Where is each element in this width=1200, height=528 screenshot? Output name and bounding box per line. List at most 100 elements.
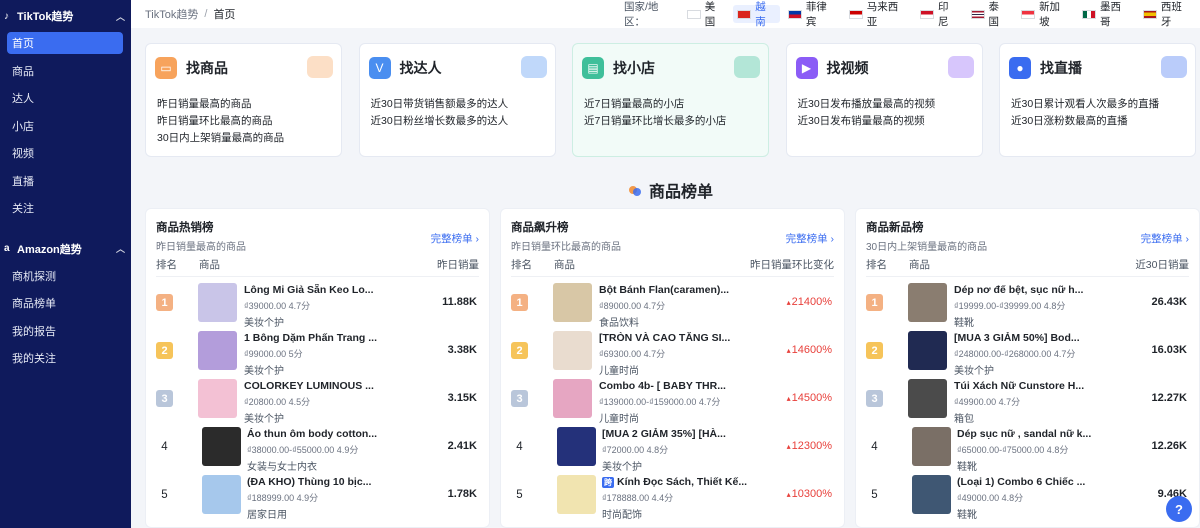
product-thumbnail[interactable] [198, 283, 237, 322]
full-list-link[interactable]: 完整榜单 › [1141, 231, 1189, 246]
table-row[interactable]: 1 Dép nơ đế bệt, sục nữ h... ₫19999.00-₫39… [856, 279, 1199, 329]
country-option[interactable]: 美国 [683, 1, 730, 28]
help-button[interactable]: ? [1166, 496, 1192, 522]
product-thumbnail[interactable] [908, 379, 947, 418]
column-header-product: 商品 [554, 259, 575, 271]
influencer-badge-icon: V [368, 56, 391, 79]
product-name[interactable]: Túi Xách Nữ Cunstore H... [954, 380, 1104, 392]
country-option[interactable]: 新加坡 [1017, 1, 1074, 28]
sidebar-group-tiktok[interactable]: ♪ TikTok趋势 ︿ [0, 0, 131, 32]
sidebar-item[interactable]: 关注 [7, 197, 123, 219]
product-name[interactable]: 1 Bông Dặm Phấn Trang ... [244, 332, 394, 344]
product-name-text: Dép nơ đế bệt, sục nữ h... [954, 284, 1084, 296]
table-row[interactable]: 3 Combo 4b- [ BABY THR... ₫139000.00-₫1590… [501, 375, 844, 425]
product-name[interactable]: [TRÒN VÀ CAO TĂNG SI... [599, 332, 749, 344]
flag-icon [686, 9, 701, 19]
table-row[interactable]: 1 Lông Mi Giả Sẵn Keo Lo... ₫39000.00 4.7分… [146, 279, 489, 329]
top-header: TikTok趋势 / 首页 国家/地区： 美国 越南 菲律宾 马来西亚 印尼 泰国 新加坡 墨… [131, 0, 1200, 28]
sidebar-item[interactable]: 商品榜单 [7, 292, 123, 314]
product-name[interactable]: (ĐA KHO) Thùng 10 bịc... [247, 476, 397, 488]
country-option[interactable]: 泰国 [967, 1, 1014, 28]
product-price-rating: ₫39000.00 4.7分 [244, 301, 311, 311]
full-list-link[interactable]: 完整榜单 › [786, 231, 834, 246]
sidebar-item[interactable]: 我的报告 [7, 320, 123, 342]
feature-card[interactable]: ▭ 找商品 昨日销量最高的商品 昨日销量环比最高的商品 30日内上架销量最高的商品 [145, 43, 342, 157]
feature-description-line: 近30日累计观看人次最多的直播 [1011, 98, 1160, 110]
sidebar-item[interactable]: 小店 [7, 115, 123, 137]
country-name: 墨西哥 [1099, 1, 1121, 28]
feature-description-line: 近30日粉丝增长数最多的达人 [370, 115, 509, 127]
product-thumbnail[interactable] [553, 331, 592, 370]
table-row[interactable]: 4 Dép sục nữ , sandal nữ k... ₫65000.00-₫7… [856, 423, 1199, 473]
country-option[interactable]: 越南 [733, 1, 780, 28]
product-thumbnail[interactable] [557, 475, 596, 514]
country-name: 西班牙 [1160, 1, 1182, 28]
product-name[interactable]: Lông Mi Giả Sẵn Keo Lo... [244, 284, 394, 296]
feature-card-description: 昨日销量最高的商品 昨日销量环比最高的商品 30日内上架销量最高的商品 [146, 96, 341, 147]
product-thumbnail[interactable] [202, 427, 241, 466]
section-title-text: 商品榜单 [649, 184, 714, 201]
product-name[interactable]: [MUA 2 GIẢM 35%] [HÀ... [602, 428, 752, 440]
rank-badge: 1 [156, 294, 173, 311]
breadcrumb-parent[interactable]: TikTok趋势 [145, 6, 198, 22]
table-row[interactable]: 4 [MUA 2 GIẢM 35%] [HÀ... ₫72000.00 4.8分 美妆… [501, 423, 844, 473]
product-category: 居家日用 [247, 510, 287, 521]
table-row[interactable]: 2 [TRÒN VÀ CAO TĂNG SI... ₫69300.00 4.7分 儿童… [501, 327, 844, 377]
table-row[interactable]: 1 Bột Bánh Flan(caramen)... ₫89000.00 4.7分… [501, 279, 844, 329]
sidebar-item[interactable]: 直播 [7, 170, 123, 192]
sidebar-item[interactable]: 商品 [7, 60, 123, 82]
feature-card[interactable]: ● 找直播 近30日累计观看人次最多的直播 近30日涨粉数最高的直播 [999, 43, 1196, 157]
product-name[interactable]: COLORKEY LUMINOUS ... [244, 380, 394, 392]
product-price-rating: ₫139000.00-₫159000.00 4.7分 [599, 397, 721, 407]
table-row[interactable]: 5 (Loại 1) Combo 6 Chiếc ... ₫49000.00 4.8… [856, 471, 1199, 521]
country-option[interactable]: 墨西哥 [1078, 1, 1135, 28]
product-thumbnail[interactable] [908, 283, 947, 322]
product-thumbnail[interactable] [198, 331, 237, 370]
country-option[interactable]: 菲律宾 [784, 1, 841, 28]
product-name[interactable]: [MUA 3 GIẢM 50%] Bod... [954, 332, 1104, 344]
sidebar-item[interactable]: 我的关注 [7, 347, 123, 369]
feature-card[interactable]: ▶ 找视频 近30日发布播放量最高的视频 近30日发布销量最高的视频 [785, 43, 983, 157]
feature-description-line: 昨日销量最高的商品 [157, 98, 252, 110]
product-thumbnail[interactable] [912, 427, 951, 466]
feature-description-line: 近30日发布播放量最高的视频 [797, 98, 936, 110]
product-name[interactable]: Combo 4b- [ BABY THR... [599, 380, 749, 392]
product-thumbnail[interactable] [908, 331, 947, 370]
product-thumbnail[interactable] [553, 379, 592, 418]
product-thumbnail[interactable] [198, 379, 237, 418]
table-row[interactable]: 3 Túi Xách Nữ Cunstore H... ₫49900.00 4.7分… [856, 375, 1199, 425]
sidebar-item[interactable]: 达人 [7, 87, 123, 109]
sidebar-item[interactable]: 首页 [7, 32, 123, 54]
product-thumbnail[interactable] [912, 475, 951, 514]
product-name[interactable]: Dép nơ đế bệt, sục nữ h... [954, 284, 1104, 296]
product-name[interactable]: 跨 Kính Đọc Sách, Thiết Kế... [602, 476, 752, 488]
product-name-text: (Loại 1) Combo 6 Chiếc ... [957, 476, 1086, 488]
sidebar-item[interactable]: 商机探测 [7, 265, 123, 287]
product-name[interactable]: Áo thun ôm body cotton... [247, 428, 397, 440]
table-row[interactable]: 5 跨 Kính Đọc Sách, Thiết Kế... ₫178888.00 4… [501, 471, 844, 521]
table-row[interactable]: 3 COLORKEY LUMINOUS ... ₫20800.00 4.5分 美妆个护… [146, 375, 489, 425]
product-name[interactable]: (Loại 1) Combo 6 Chiếc ... [957, 476, 1107, 488]
product-thumbnail[interactable] [553, 283, 592, 322]
table-row[interactable]: 5 (ĐA KHO) Thùng 10 bịc... ₫188999.00 4.9分… [146, 471, 489, 521]
panel-subtitle: 昨日销量最高的商品 [156, 242, 246, 253]
product-thumbnail[interactable] [557, 427, 596, 466]
full-list-link[interactable]: 完整榜单 › [431, 231, 479, 246]
product-name[interactable]: Dép sục nữ , sandal nữ k... [957, 428, 1107, 440]
product-thumbnail[interactable] [202, 475, 241, 514]
column-header-product: 商品 [909, 259, 930, 271]
product-info: Dép nơ đế bệt, sục nữ h... ₫19999.00-₫399… [954, 284, 1104, 329]
table-row[interactable]: 2 [MUA 3 GIẢM 50%] Bod... ₫248000.00-₫2680… [856, 327, 1199, 377]
country-option[interactable]: 西班牙 [1139, 1, 1196, 28]
sidebar-item[interactable]: 视频 [7, 142, 123, 164]
product-name[interactable]: Bột Bánh Flan(caramen)... [599, 284, 749, 296]
country-option[interactable]: 印尼 [916, 1, 963, 28]
table-row[interactable]: 21 Bông Dặm Phấn Trang ... ₫99000.00 5分 美妆… [146, 327, 489, 377]
panel-subtitle: 30日内上架销量最高的商品 [866, 242, 988, 253]
table-row[interactable]: 4 Áo thun ôm body cotton... ₫38000.00-₫550… [146, 423, 489, 473]
sidebar-group-amazon[interactable]: a Amazon趋势 ︿ [0, 233, 131, 265]
feature-card-description: 近30日发布播放量最高的视频 近30日发布销量最高的视频 [787, 96, 982, 130]
feature-card[interactable]: ▤ 找小店 近7日销量最高的小店 近7日销量环比增长最多的小店 [572, 43, 769, 157]
country-option[interactable]: 马来西亚 [845, 1, 912, 28]
feature-card[interactable]: V 找达人 近30日带货销售额最多的达人 近30日粉丝增长数最多的达人 [358, 43, 556, 157]
